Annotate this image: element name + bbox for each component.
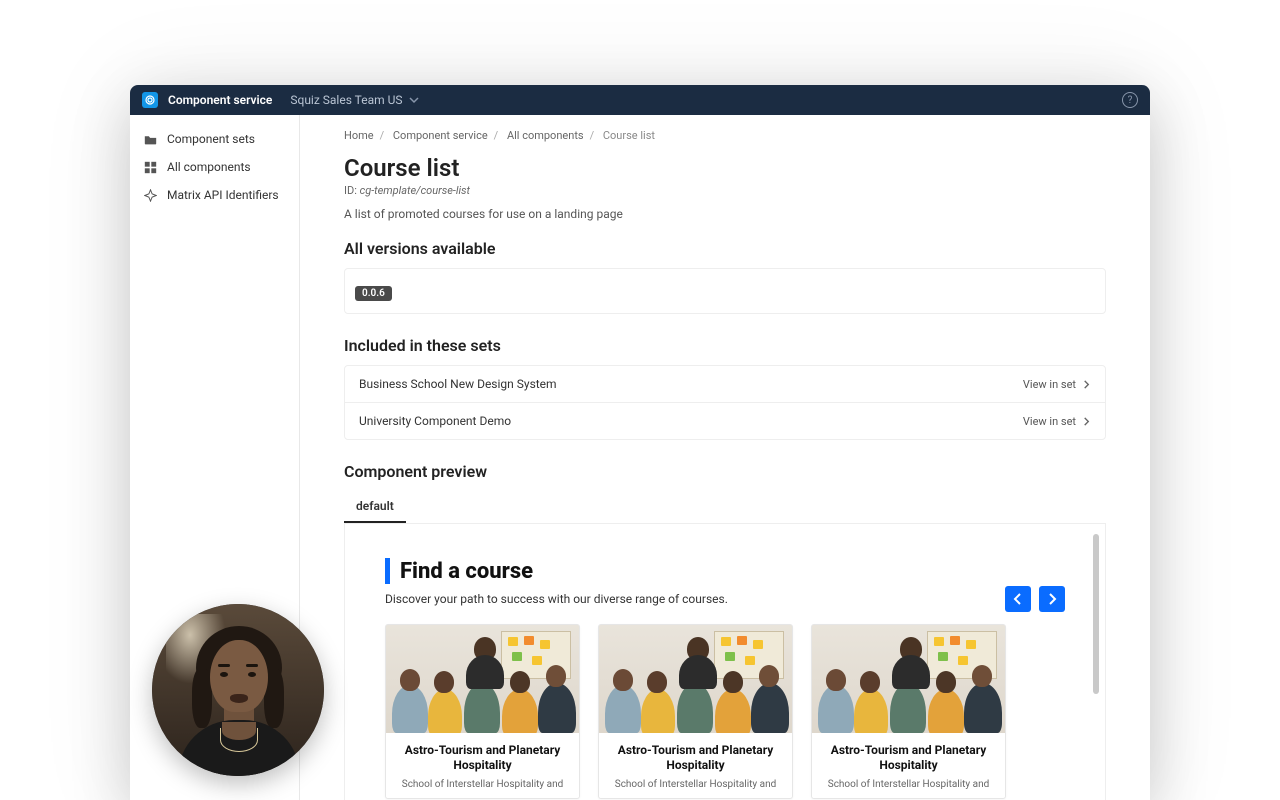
breadcrumb-current: Course list	[603, 129, 655, 142]
set-name: University Component Demo	[359, 414, 511, 428]
grid-icon	[144, 161, 157, 174]
course-card[interactable]: Astro-Tourism and Planetary Hospitality …	[385, 624, 580, 799]
chevron-down-icon	[409, 95, 419, 105]
carousel-next-button[interactable]	[1039, 586, 1065, 612]
topbar: Component service Squiz Sales Team US ?	[130, 85, 1150, 115]
set-name: Business School New Design System	[359, 377, 557, 391]
course-cards: Astro-Tourism and Planetary Hospitality …	[385, 624, 1065, 799]
preview-tabs: default	[344, 491, 1106, 524]
course-subtitle: School of Interstellar Hospitality and	[609, 779, 782, 792]
preview-heading: Component preview	[344, 462, 1106, 481]
accent-bar	[385, 558, 390, 584]
target-icon	[144, 189, 157, 202]
app-logo-icon	[142, 92, 158, 108]
sidebar-item-label: Matrix API Identifiers	[167, 188, 279, 202]
sidebar-item-matrix-api[interactable]: Matrix API Identifiers	[130, 181, 299, 209]
course-title: Astro-Tourism and Planetary Hospitality	[396, 743, 569, 773]
component-description: A list of promoted courses for use on a …	[344, 207, 1106, 221]
course-title: Astro-Tourism and Planetary Hospitality	[822, 743, 995, 773]
course-title: Astro-Tourism and Planetary Hospitality	[609, 743, 782, 773]
team-name: Squiz Sales Team US	[290, 93, 402, 107]
version-badge[interactable]: 0.0.6	[355, 286, 392, 301]
team-selector[interactable]: Squiz Sales Team US	[290, 93, 418, 107]
course-image	[599, 625, 792, 733]
course-image	[386, 625, 579, 733]
course-subtitle: School of Interstellar Hospitality and	[822, 779, 995, 792]
sidebar-item-label: Component sets	[167, 132, 255, 146]
sets-panel: Business School New Design System View i…	[344, 365, 1106, 440]
set-row[interactable]: Business School New Design System View i…	[345, 366, 1105, 402]
chevron-left-icon	[1012, 593, 1024, 605]
tab-default[interactable]: default	[344, 491, 406, 523]
breadcrumb-item[interactable]: Component service	[393, 129, 488, 142]
presenter-avatar	[152, 604, 324, 776]
sidebar-item-component-sets[interactable]: Component sets	[130, 125, 299, 153]
course-subtitle: School of Interstellar Hospitality and	[396, 779, 569, 792]
course-card[interactable]: Astro-Tourism and Planetary Hospitality …	[811, 624, 1006, 799]
scrollbar[interactable]	[1093, 534, 1099, 694]
component-id: ID: cg-template/course-list	[344, 184, 1106, 197]
breadcrumb-item[interactable]: Home	[344, 129, 374, 142]
breadcrumb: Home/ Component service/ All components/…	[344, 129, 1106, 142]
chevron-right-icon	[1082, 417, 1091, 426]
carousel-prev-button[interactable]	[1005, 586, 1031, 612]
chevron-right-icon	[1046, 593, 1058, 605]
help-icon[interactable]: ?	[1122, 92, 1138, 108]
breadcrumb-item[interactable]: All components	[507, 129, 584, 142]
view-in-set-link[interactable]: View in set	[1023, 415, 1091, 428]
sets-heading: Included in these sets	[344, 336, 1106, 355]
chevron-right-icon	[1082, 380, 1091, 389]
preview-canvas: Find a course Discover your path to succ…	[344, 524, 1106, 800]
find-course-subtitle: Discover your path to success with our d…	[385, 592, 1065, 606]
versions-heading: All versions available	[344, 239, 1106, 258]
page-title: Course list	[344, 154, 1106, 182]
carousel-controls	[1005, 586, 1065, 612]
find-course-heading: Find a course	[385, 558, 1065, 584]
main-content: Home/ Component service/ All components/…	[300, 115, 1150, 800]
app-title: Component service	[168, 93, 272, 107]
set-row[interactable]: University Component Demo View in set	[345, 402, 1105, 439]
view-in-set-link[interactable]: View in set	[1023, 378, 1091, 391]
folder-icon	[144, 133, 157, 146]
course-card[interactable]: Astro-Tourism and Planetary Hospitality …	[598, 624, 793, 799]
sidebar-item-label: All components	[167, 160, 251, 174]
versions-panel: 0.0.6	[344, 268, 1106, 314]
sidebar-item-all-components[interactable]: All components	[130, 153, 299, 181]
course-image	[812, 625, 1005, 733]
